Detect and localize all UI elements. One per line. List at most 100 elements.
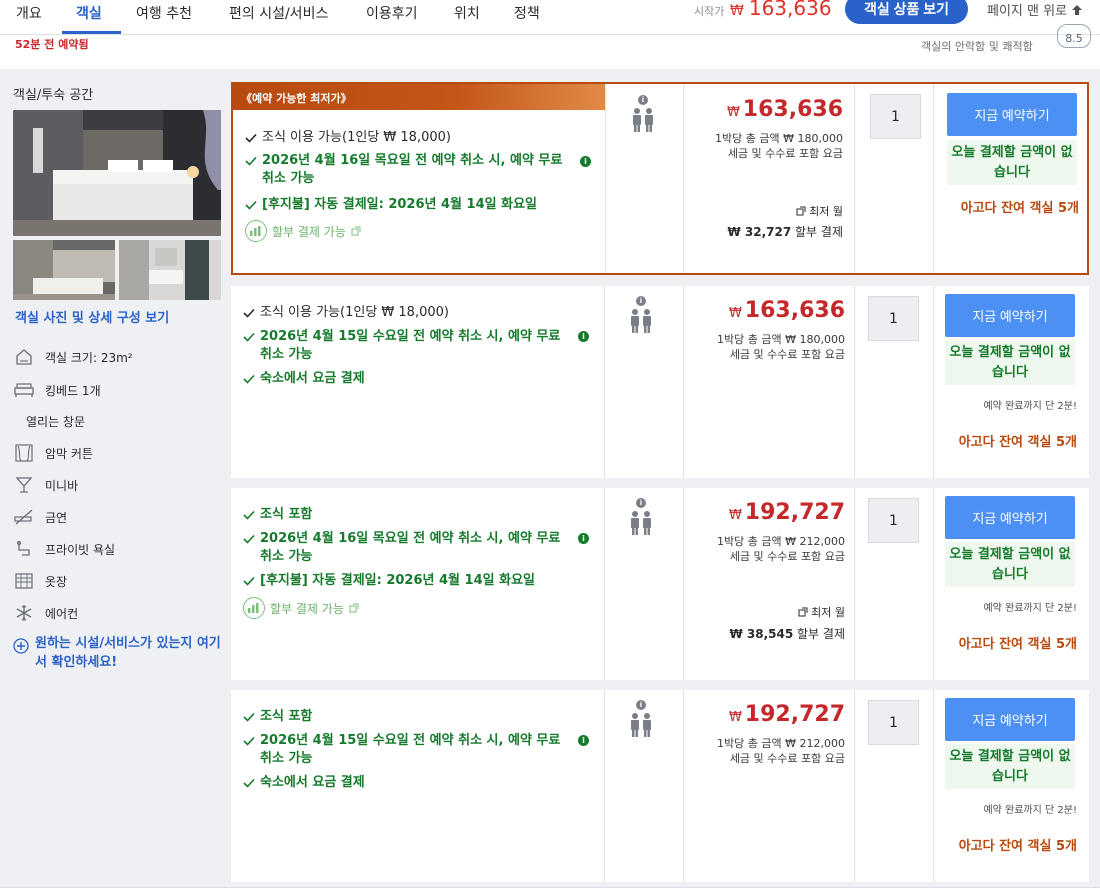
room-photo-image [13,110,221,236]
book-now-button[interactable]: 지금 예약하기 [945,496,1075,539]
facility-check-link-text: 원하는 시설/서비스가 있는지 여기서 확인하세요! [35,636,221,670]
facility-check-link[interactable]: 원하는 시설/서비스가 있는지 여기서 확인하세요! [13,634,223,672]
feature-label: 미니바 [45,478,79,493]
price-total: 1박당 총 금액 ₩ 212,000 [717,737,845,750]
monthly-amount: ₩ 38,545 [729,627,794,641]
currency-symbol: ₩ [728,710,742,725]
info-icon[interactable]: i [578,331,589,342]
column-divider [604,286,605,478]
view-rooms-button[interactable]: 객실 상품 보기 [845,0,968,24]
minibar-icon [13,475,35,495]
column-divider [683,488,684,680]
check-icon [243,510,255,520]
feature-label: 열리는 창문 [26,415,86,429]
check-icon [243,308,255,318]
installment-text: 할부 결제 가능 [272,224,346,239]
column-divider [683,286,684,478]
pay-today-notice: 오늘 결제할 금액이 없습니다 [945,744,1075,789]
rooms-left-notice: 아고다 잔여 객실 5개 [958,435,1077,450]
monthly-installment-label[interactable]: 최저 월 [796,203,843,219]
currency-symbol: ₩ [730,3,744,19]
room-quantity-select[interactable]: 1 [868,498,919,543]
room-size-icon [13,347,35,367]
back-to-top-link[interactable]: 페이지 맨 위로 [987,0,1083,19]
view-room-photos-link[interactable]: 객실 사진 및 상세 구성 보기 [15,307,169,326]
start-price-value: 163,636 [748,0,832,20]
price-note: 세금 및 수수료 포함 요금 [727,147,843,160]
room-quantity-select[interactable]: 1 [870,94,921,139]
book-now-button[interactable]: 지금 예약하기 [947,93,1077,136]
room-quantity-select[interactable]: 1 [868,296,919,341]
lowest-price-ribbon: 《예약 가능한 최저가》 [233,84,605,110]
feature-wardrobe: 옷장 [13,571,67,591]
feature-label: 옷장 [45,574,68,589]
feature-label: 객실 크기: 23m² [45,350,133,365]
installment-icon [245,220,267,242]
tab-facilities[interactable]: 편의 시설/서비스 [229,3,328,23]
room-photo-thumb-2[interactable] [119,240,221,300]
booking-time-notice: 예약 완료까지 단 2분! [983,805,1077,816]
room-photo-main[interactable] [13,110,221,236]
check-icon [243,332,255,342]
nightly-price: ₩163,636 [729,298,845,323]
booking-time-notice: 예약 완료까지 단 2분! [983,603,1077,614]
bed-icon [13,380,35,400]
benefit-free-cancellation: 2026년 4월 16일 목요일 전 예약 취소 시, 예약 무료 취소 가능 [243,530,565,566]
benefit-breakfast-included: 조식 포함 [243,708,565,726]
benefit-text: 조식 이용 가능(1인당 ₩ 18,000) [262,130,451,145]
feature-minibar: 미니바 [13,475,78,495]
room-info-panel: 객실/투숙 공간 객실 사진 및 상세 구성 보기 객실 크기: 23m² 킹베… [0,69,230,893]
max-occupancy: i [629,498,653,536]
currency-symbol: ₩ [726,105,740,120]
bathroom-photo-thumb-image [119,240,221,300]
rate-offer-card: 조식 이용 가능(1인당 ₩ 18,000) 2026년 4월 15일 수요일 … [231,286,1089,478]
info-icon[interactable]: i [636,296,646,306]
column-divider [933,690,934,882]
column-divider [854,84,855,273]
no-smoking-icon [13,507,35,527]
nightly-price: ₩163,636 [727,97,843,122]
price-note: 세금 및 수수료 포함 요금 [729,348,845,361]
monthly-amount: ₩ 32,727 [727,225,792,239]
benefit-text: 조식 이용 가능(1인당 ₩ 18,000) [260,305,449,320]
back-to-top-label: 페이지 맨 위로 [987,4,1068,19]
tab-policy[interactable]: 정책 [514,3,540,23]
book-now-button[interactable]: 지금 예약하기 [945,294,1075,337]
tab-travel-recommend[interactable]: 여행 추천 [136,3,192,23]
info-icon[interactable]: i [578,533,589,544]
info-icon[interactable]: i [578,735,589,746]
monthly-installment-label[interactable]: 최저 월 [798,604,845,620]
feature-label: 프라이빗 욕실 [45,542,116,557]
info-icon[interactable]: i [638,95,648,105]
book-now-button[interactable]: 지금 예약하기 [945,698,1075,741]
info-icon[interactable]: i [636,700,646,710]
bathroom-icon [13,539,35,559]
feature-label: 에어컨 [45,606,79,621]
snowflake-icon [13,603,35,623]
room-type-title: 객실/투숙 공간 [13,88,94,103]
info-icon[interactable]: i [636,498,646,508]
feature-private-bathroom: 프라이빗 욕실 [13,539,115,559]
check-icon [245,200,257,210]
column-divider [683,84,684,273]
installment-icon [243,597,265,619]
benefit-text: 조식 포함 [260,709,313,724]
rate-offer-card: 조식 포함 2026년 4월 15일 수요일 전 예약 취소 시, 예약 무료 … [231,690,1089,882]
benefit-free-cancellation: 2026년 4월 15일 수요일 전 예약 취소 시, 예약 무료 취소 가능 [243,328,565,364]
tab-location[interactable]: 위치 [454,3,480,23]
price-details: 1박당 총 금액 ₩ 180,000 세금 및 수수료 포함 요금 [715,131,843,161]
feature-room-size: 객실 크기: 23m² [13,347,133,367]
benefit-pay-at-property: 숙소에서 요금 결제 [243,370,565,388]
tab-overview[interactable]: 개요 [16,3,42,23]
start-price: ₩163,636 [730,0,832,20]
tab-rooms[interactable]: 객실 [76,3,102,23]
check-icon [243,534,255,544]
room-quantity-select[interactable]: 1 [868,700,919,745]
room-photo-thumb-1[interactable] [13,240,115,300]
tab-reviews[interactable]: 이용후기 [366,3,418,23]
info-icon[interactable]: i [580,156,591,167]
benefit-breakfast: 조식 이용 가능(1인당 ₩ 18,000) [245,129,567,147]
monthly-label-text: 최저 월 [811,606,845,619]
check-icon [243,778,255,788]
benefit-text: 숙소에서 요금 결제 [260,371,365,386]
